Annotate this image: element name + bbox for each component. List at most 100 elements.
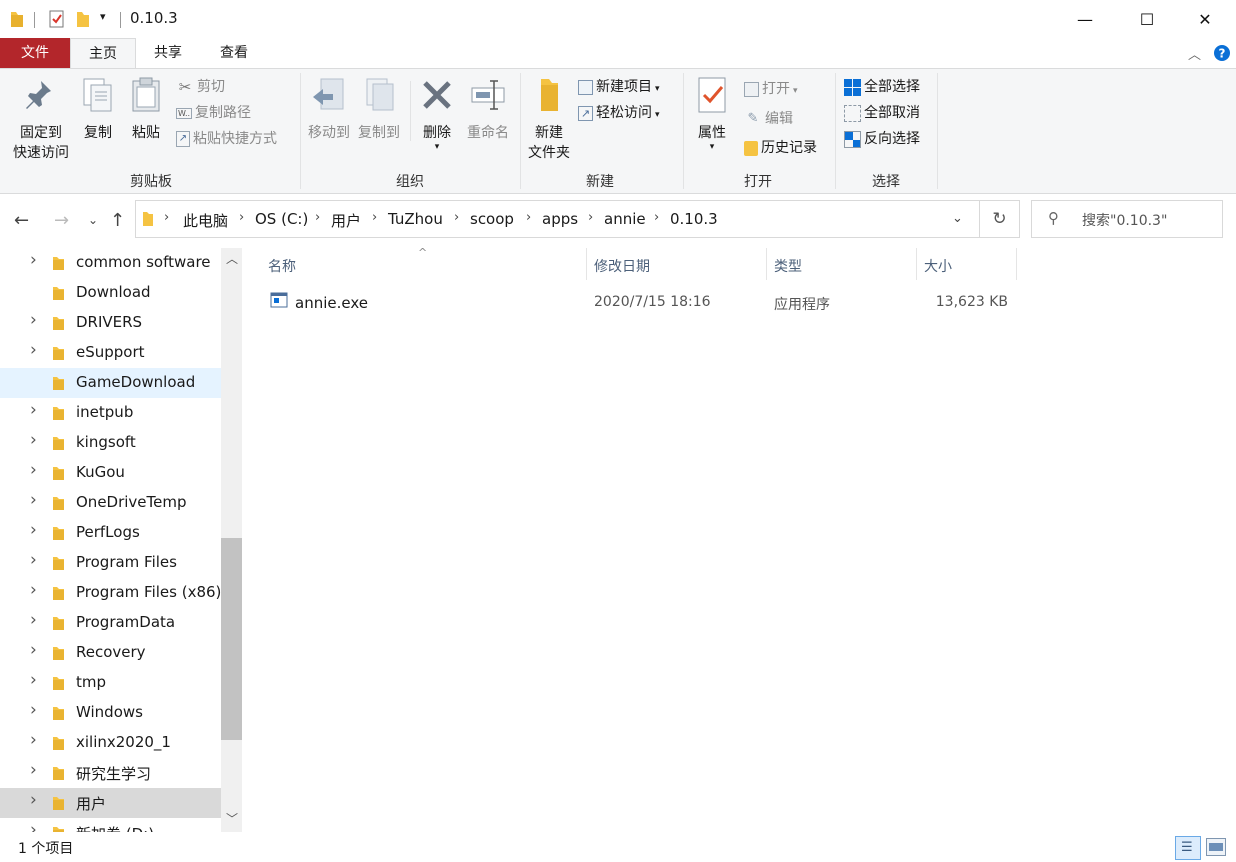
expand-chevron-icon[interactable]: › <box>30 250 37 270</box>
expand-chevron-icon[interactable]: › <box>30 460 37 480</box>
forward-arrow-icon[interactable]: → <box>54 210 69 231</box>
history-button[interactable]: 历史记录 <box>744 136 817 160</box>
tab-view[interactable]: 查看 <box>206 38 262 68</box>
nav-tree-item[interactable]: › Windows <box>0 698 221 728</box>
nav-pane-scroll-thumb[interactable] <box>221 538 242 740</box>
close-button[interactable]: ✕ <box>1182 0 1228 38</box>
paste-shortcut-button[interactable]: ↗ 粘贴快捷方式 <box>176 127 277 151</box>
nav-tree-item[interactable]: › 研究生学习 <box>0 758 221 788</box>
tab-share[interactable]: 共享 <box>140 38 196 68</box>
quick-access-dropdown-icon[interactable]: ▾ <box>100 10 106 23</box>
expand-chevron-icon[interactable]: › <box>30 610 37 630</box>
column-header-name[interactable]: 名称 <box>268 256 296 276</box>
breadcrumb-scoop[interactable]: scoop <box>470 210 514 228</box>
nav-tree-item[interactable]: › eSupport <box>0 338 221 368</box>
nav-tree-item[interactable]: › ProgramData <box>0 608 221 638</box>
collapse-ribbon-icon[interactable]: ︿ <box>1188 44 1201 63</box>
properties-check-icon[interactable] <box>48 10 66 28</box>
select-none-button[interactable]: 全部取消 <box>844 101 920 125</box>
invert-selection-button[interactable]: 反向选择 <box>844 127 920 151</box>
breadcrumb-this-pc[interactable]: 此电脑 <box>183 210 228 231</box>
expand-chevron-icon[interactable]: › <box>30 340 37 360</box>
column-divider[interactable] <box>916 248 917 280</box>
column-divider[interactable] <box>586 248 587 280</box>
expand-chevron-icon[interactable]: › <box>30 640 37 660</box>
paste-button[interactable]: 粘贴 <box>126 75 166 143</box>
new-folder-quick-icon[interactable] <box>76 10 90 28</box>
tab-file[interactable]: 文件 <box>0 38 70 68</box>
column-header-size[interactable]: 大小 <box>924 256 952 276</box>
search-box[interactable]: ⚲ 搜索"0.10.3" <box>1031 200 1223 238</box>
minimize-button[interactable]: — <box>1062 0 1108 38</box>
copy-path-button[interactable]: W.. 复制路径 <box>176 101 251 125</box>
expand-chevron-icon[interactable]: › <box>30 310 37 330</box>
nav-tree-item[interactable]: › PerfLogs <box>0 518 221 548</box>
copy-to-button[interactable]: 复制到 <box>354 75 404 143</box>
properties-dropdown-icon[interactable]: ▾ <box>690 143 734 152</box>
nav-tree-item[interactable]: GameDownload <box>0 368 221 398</box>
tab-home[interactable]: 主页 <box>70 38 136 68</box>
delete-button[interactable]: 删除 ▾ <box>416 75 458 152</box>
easy-access-button[interactable]: ↗ 轻松访问 ▾ <box>578 101 660 125</box>
address-history-chevron-icon[interactable]: ⌄ <box>952 211 963 226</box>
column-header-type[interactable]: 类型 <box>774 256 802 276</box>
column-header-modified[interactable]: 修改日期 <box>594 256 650 276</box>
details-view-button[interactable]: ☰ <box>1175 836 1201 860</box>
copy-button[interactable]: 复制 <box>78 75 118 143</box>
maximize-button[interactable]: ☐ <box>1124 0 1170 38</box>
breadcrumb-users[interactable]: 用户 <box>331 210 361 231</box>
nav-tree-item[interactable]: › OneDriveTemp <box>0 488 221 518</box>
recent-locations-chevron-icon[interactable]: ⌄ <box>88 213 98 227</box>
expand-chevron-icon[interactable]: › <box>30 760 37 780</box>
nav-tree-item[interactable]: › Program Files <box>0 548 221 578</box>
new-item-button[interactable]: 新建项目 ▾ <box>578 75 660 99</box>
breadcrumb-annie[interactable]: annie <box>604 210 646 228</box>
expand-chevron-icon[interactable]: › <box>30 790 37 810</box>
cut-button[interactable]: ✂ 剪切 <box>176 75 225 99</box>
scroll-up-chevron-icon[interactable]: ︿ <box>226 250 238 267</box>
properties-button[interactable]: 属性 ▾ <box>690 75 734 152</box>
nav-tree-item[interactable]: › 新加卷 (D:) <box>0 818 221 832</box>
nav-tree-item[interactable]: › kingsoft <box>0 428 221 458</box>
nav-tree-item[interactable]: › KuGou <box>0 458 221 488</box>
breadcrumb-tuzhou[interactable]: TuZhou <box>388 210 443 228</box>
expand-chevron-icon[interactable]: › <box>30 400 37 420</box>
help-icon[interactable]: ? <box>1213 44 1231 62</box>
up-arrow-icon[interactable]: ↑ <box>110 210 125 231</box>
nav-tree-item[interactable]: Download <box>0 278 221 308</box>
expand-chevron-icon[interactable]: › <box>30 520 37 540</box>
expand-chevron-icon[interactable]: › <box>30 550 37 570</box>
refresh-button[interactable]: ↻ <box>980 200 1020 238</box>
back-arrow-icon[interactable]: ← <box>14 210 29 231</box>
expand-chevron-icon[interactable]: › <box>30 730 37 750</box>
nav-tree-item[interactable]: › Recovery <box>0 638 221 668</box>
pin-quick-access-button[interactable]: 固定到 快速访问 <box>8 75 74 163</box>
nav-tree-item[interactable]: › common software <box>0 248 221 278</box>
expand-chevron-icon[interactable]: › <box>30 700 37 720</box>
expand-chevron-icon[interactable]: › <box>30 580 37 600</box>
select-all-button[interactable]: 全部选择 <box>844 75 920 99</box>
expand-chevron-icon[interactable]: › <box>30 430 37 450</box>
delete-dropdown-icon[interactable]: ▾ <box>416 143 458 152</box>
expand-chevron-icon[interactable]: › <box>30 670 37 690</box>
nav-tree-item[interactable]: › inetpub <box>0 398 221 428</box>
scroll-down-chevron-icon[interactable]: ﹀ <box>226 810 238 827</box>
large-icons-view-button[interactable] <box>1206 838 1226 856</box>
breadcrumb-version[interactable]: 0.10.3 <box>670 210 718 228</box>
breadcrumb-c-drive[interactable]: OS (C:) <box>255 210 308 228</box>
column-divider[interactable] <box>1016 248 1017 280</box>
open-button[interactable]: 打开 ▾ <box>744 77 798 101</box>
new-folder-button[interactable]: 新建 文件夹 <box>524 75 574 163</box>
nav-tree-item[interactable]: › Program Files (x86) <box>0 578 221 608</box>
nav-tree-item[interactable]: › 用户 <box>0 788 221 818</box>
column-divider[interactable] <box>766 248 767 280</box>
address-bar[interactable]: › 此电脑 › OS (C:) › 用户 › TuZhou › scoop › … <box>135 200 980 238</box>
nav-tree-item[interactable]: › xilinx2020_1 <box>0 728 221 758</box>
edit-button[interactable]: ✎ 编辑 <box>744 107 793 131</box>
breadcrumb-apps[interactable]: apps <box>542 210 578 228</box>
nav-tree-item[interactable]: › DRIVERS <box>0 308 221 338</box>
nav-tree-item[interactable]: › tmp <box>0 668 221 698</box>
rename-button[interactable]: 重命名 <box>462 75 514 143</box>
move-to-button[interactable]: 移动到 <box>304 75 354 143</box>
expand-chevron-icon[interactable]: › <box>30 490 37 510</box>
